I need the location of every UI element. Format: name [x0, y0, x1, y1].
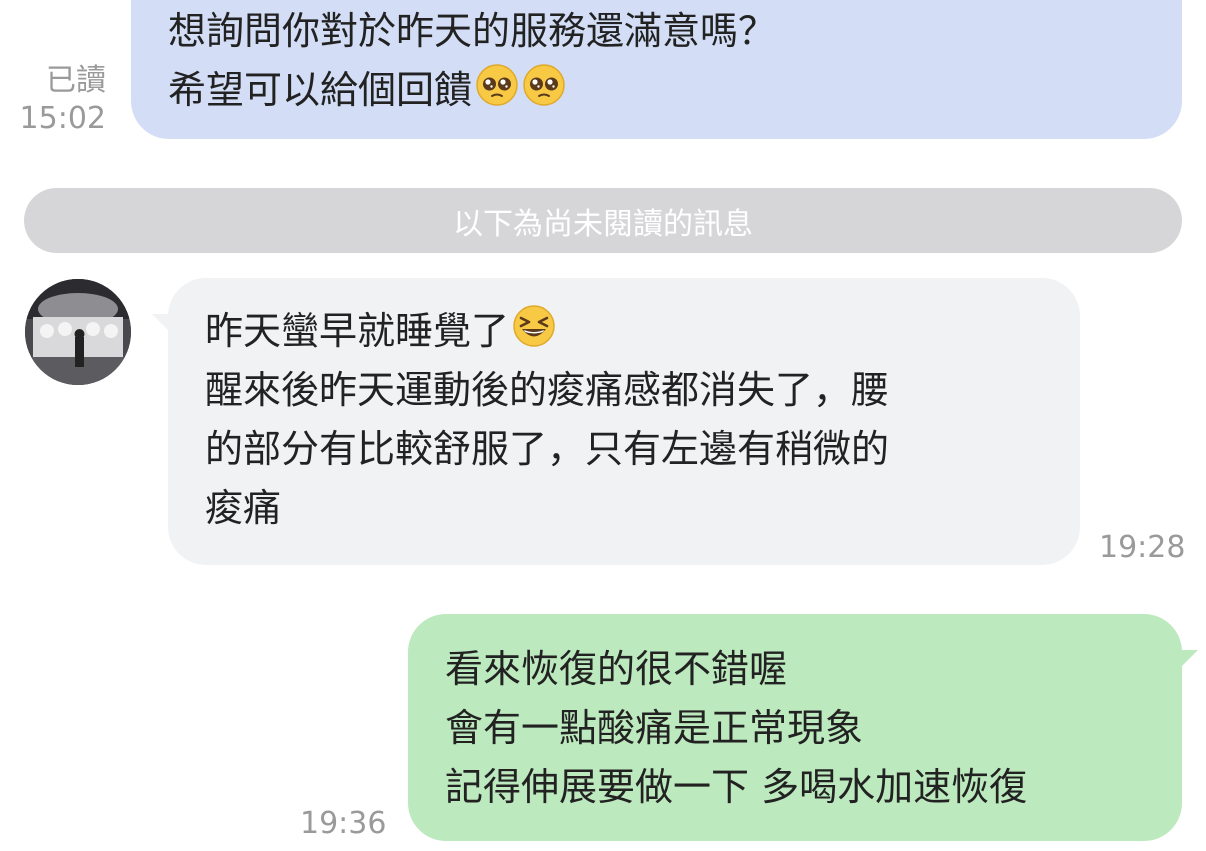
message-line: 昨天蠻早就睡覺了 [205, 309, 510, 353]
grinning-squinting-face-emoji-icon [512, 304, 556, 348]
message-line: 痠痛 [205, 486, 282, 530]
message-time: 19:28 [1099, 530, 1186, 565]
message-time: 19:36 [300, 806, 387, 841]
message-bubble-incoming[interactable]: 昨天蠻早就睡覺了 醒來後昨天運動後的痠痛感都消失了，腰 的部分有比較舒服了，只有… [152, 278, 1080, 565]
pleading-face-emoji-icon [475, 63, 519, 107]
message-text: 看來恢復的很不錯喔 會有一點酸痛是正常現象 記得伸展要做一下 多喝水加速恢復 [445, 640, 1027, 817]
message-time: 15:02 [19, 101, 106, 136]
message-line: 希望可以給個回饋 [168, 68, 473, 112]
message-line-with-emoji: 昨天蠻早就睡覺了 [205, 302, 889, 361]
bubble-tail [152, 314, 174, 336]
message-line: 記得伸展要做一下 多喝水加速恢復 [445, 765, 1028, 809]
read-status-label: 已讀 [46, 63, 106, 98]
message-text: 昨天蠻早就睡覺了 醒來後昨天運動後的痠痛感都消失了，腰 的部分有比較舒服了，只有… [205, 302, 889, 538]
message-line: 醒來後昨天運動後的痠痛感都消失了，腰 [205, 368, 890, 412]
message-line: 想詢問你對於昨天的服務還滿意嗎？ [168, 9, 777, 53]
avatar-photo [25, 279, 131, 385]
message-bubble-outgoing[interactable]: 看來恢復的很不錯喔 會有一點酸痛是正常現象 記得伸展要做一下 多喝水加速恢復 [408, 614, 1198, 841]
message-line: 會有一點酸痛是正常現象 [445, 706, 864, 750]
message-line-with-emoji: 希望可以給個回饋 [168, 61, 776, 120]
contact-avatar[interactable] [25, 279, 131, 385]
bubble-tail [1176, 650, 1198, 672]
pleading-face-emoji-icon [522, 63, 566, 107]
read-receipt: 已讀 15:02 [0, 62, 106, 138]
message-line: 的部分有比較舒服了，只有左邊有稍微的 [205, 427, 890, 471]
unread-messages-divider: 以下為尚未閱讀的訊息 [24, 188, 1182, 253]
message-text: 想詢問你對於昨天的服務還滿意嗎？ 希望可以給個回饋 [168, 2, 776, 120]
message-bubble-outgoing-top[interactable]: 想詢問你對於昨天的服務還滿意嗎？ 希望可以給個回饋 [131, 0, 1182, 139]
message-line: 看來恢復的很不錯喔 [445, 647, 788, 691]
